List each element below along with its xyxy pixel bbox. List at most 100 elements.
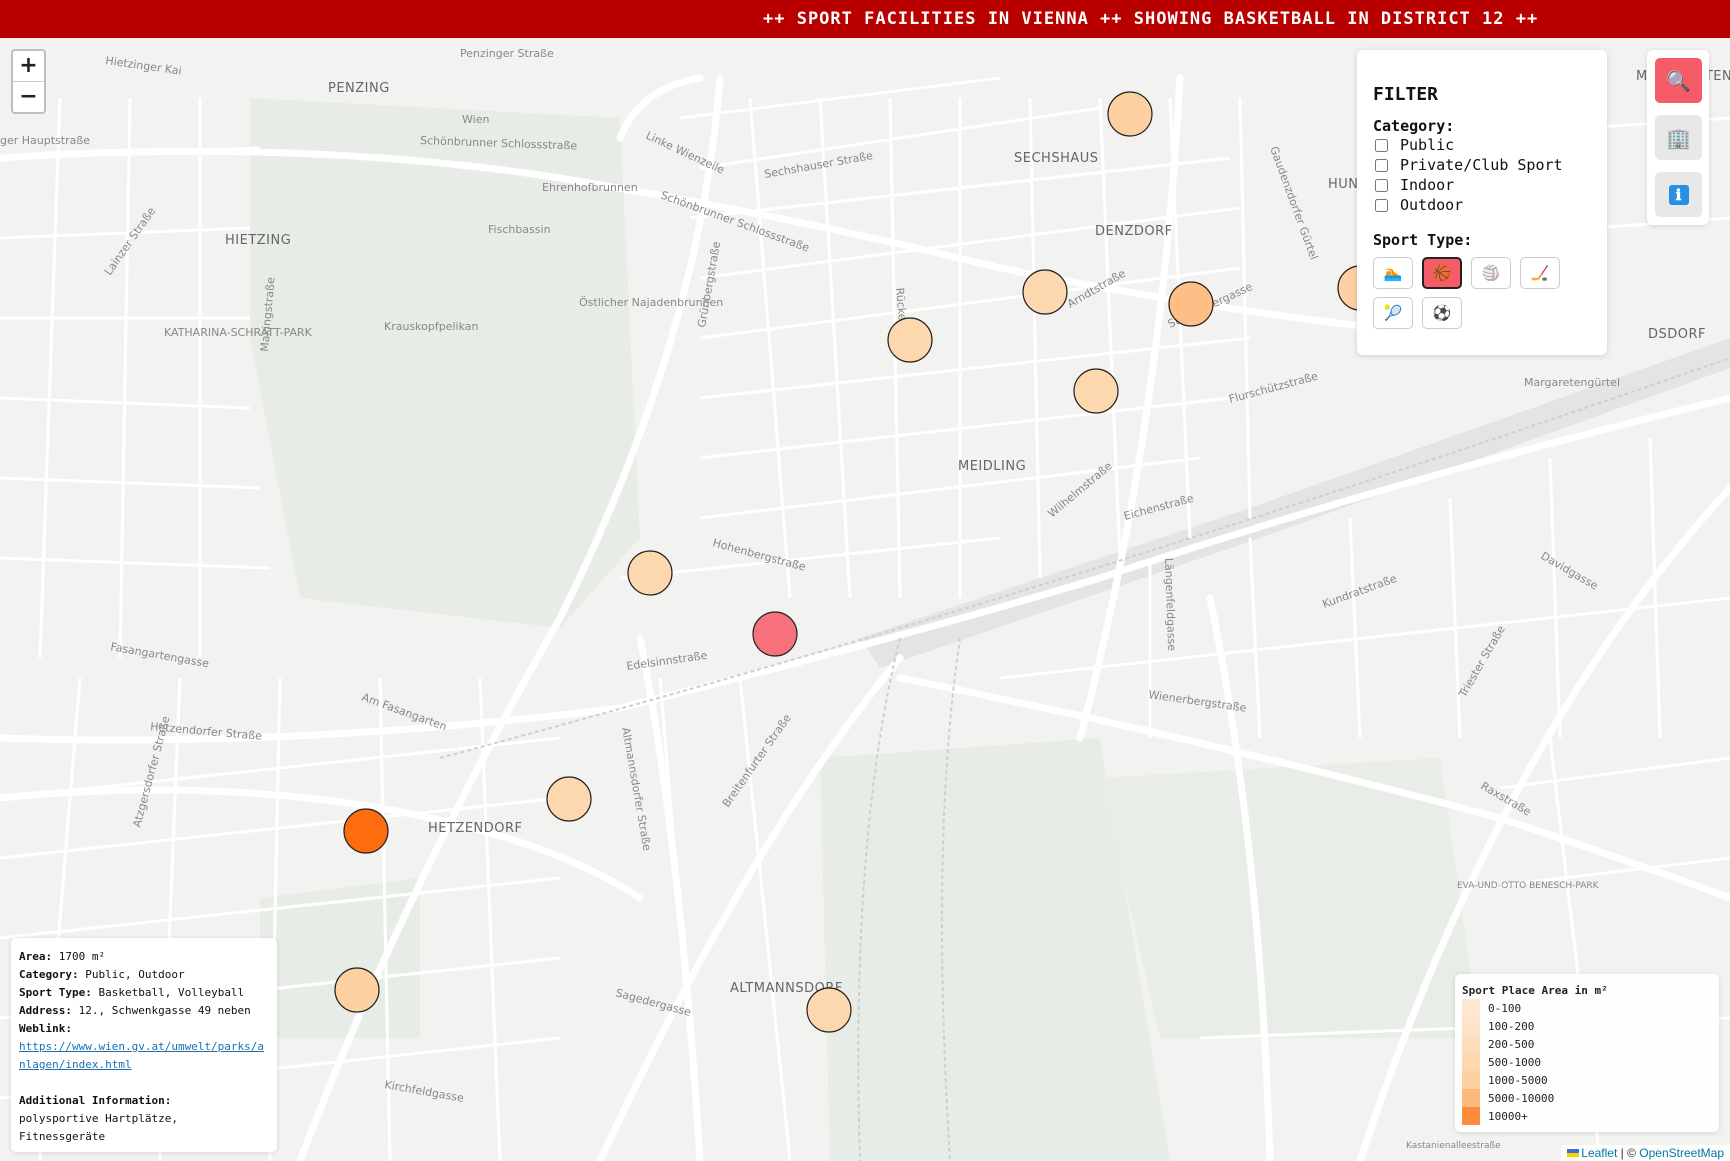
info-button[interactable]: ℹ bbox=[1655, 172, 1702, 217]
info-sport: Sport Type: Basketball, Volleyball bbox=[19, 984, 269, 1002]
facility-info-panel: Area: 1700 m² Category: Public, Outdoor … bbox=[11, 938, 277, 1152]
swimming-icon: 🏊 bbox=[1383, 264, 1403, 282]
category-indoor[interactable]: Indoor bbox=[1373, 175, 1591, 195]
street-label: Margaretengürtel bbox=[1524, 376, 1620, 389]
street-label: Fischbassin bbox=[488, 223, 551, 236]
area-legend: Sport Place Area in m² 0-100 100-200 200-5… bbox=[1455, 974, 1719, 1132]
category-label: Category: bbox=[1373, 117, 1455, 135]
checkbox-outdoor[interactable] bbox=[1375, 198, 1388, 212]
category-private[interactable]: Private/Club Sport bbox=[1373, 155, 1591, 175]
legend-swatch bbox=[1462, 1017, 1480, 1035]
legend-title: Sport Place Area in m² bbox=[1462, 984, 1608, 997]
legend-swatch bbox=[1462, 1107, 1480, 1125]
legend-label: 500-1000 bbox=[1488, 1055, 1541, 1069]
sport-volleyball-button[interactable]: 🏐 bbox=[1471, 257, 1511, 289]
filter-title: FILTER bbox=[1373, 84, 1439, 105]
category-private-label: Private/Club Sport bbox=[1400, 156, 1563, 174]
search-button[interactable]: 🔍 bbox=[1655, 58, 1702, 103]
marker-5[interactable] bbox=[1073, 368, 1119, 414]
sport-type-buttons: 🏊 🏀 🏐 🏒 🎾 ⚽ bbox=[1373, 257, 1591, 337]
osm-link[interactable]: OpenStreetMap bbox=[1639, 1146, 1724, 1160]
street-label: Krauskopfpelikan bbox=[384, 320, 479, 333]
marker-9[interactable] bbox=[343, 808, 389, 854]
weblink[interactable]: https://www.wien.gv.at/umwelt/parks/anla… bbox=[19, 1040, 264, 1071]
address-label: Address: bbox=[19, 1004, 72, 1017]
sport-tennis-button[interactable]: 🎾 bbox=[1373, 297, 1413, 329]
legend-swatch bbox=[1462, 1053, 1480, 1071]
legend-row: 10000+ bbox=[1462, 1107, 1712, 1125]
street-label: Kastanienalleestraße bbox=[1406, 1141, 1501, 1151]
legend-row: 500-1000 bbox=[1462, 1053, 1712, 1071]
sport-hockey-button[interactable]: 🏒 bbox=[1520, 257, 1560, 289]
sport-label: Sport Type: bbox=[19, 986, 92, 999]
news-ticker: ++ SPORT FACILITIES IN VIENNA ++ SHOWING… bbox=[0, 0, 1730, 38]
info-icon: ℹ bbox=[1668, 184, 1689, 205]
legend-label: 10000+ bbox=[1488, 1109, 1528, 1123]
marker-2[interactable] bbox=[1022, 269, 1068, 315]
volleyball-icon: 🏐 bbox=[1481, 264, 1501, 282]
ukraine-flag-icon bbox=[1567, 1149, 1580, 1157]
legend-row: 200-500 bbox=[1462, 1035, 1712, 1053]
map-attribution: Leaflet | © OpenStreetMap bbox=[1561, 1145, 1730, 1161]
label-hun: HUN bbox=[1328, 177, 1359, 192]
marker-7[interactable] bbox=[752, 611, 798, 657]
hockey-icon: 🏒 bbox=[1530, 264, 1550, 282]
marker-8[interactable] bbox=[546, 776, 592, 822]
sport-swimming-button[interactable]: 🏊 bbox=[1373, 257, 1413, 289]
label-sechshaus: SECHSHAUS bbox=[1014, 151, 1099, 166]
zoom-in-button[interactable]: + bbox=[13, 51, 44, 82]
legend-label: 200-500 bbox=[1488, 1037, 1535, 1051]
ticker-text: ++ SPORT FACILITIES IN VIENNA ++ SHOWING… bbox=[763, 9, 1539, 29]
label-meidling: MEIDLING bbox=[958, 459, 1026, 474]
area-label: Area: bbox=[19, 950, 53, 963]
street-label: Wien bbox=[462, 113, 489, 126]
legend-swatch bbox=[1462, 1089, 1480, 1107]
additional-label: Additional Information: bbox=[19, 1094, 172, 1107]
category-outdoor-label: Outdoor bbox=[1400, 196, 1464, 214]
address-value: 12., Schwenkgasse 49 neben bbox=[78, 1004, 251, 1017]
label-hetzendorf: HETZENDORF bbox=[428, 821, 523, 836]
marker-3[interactable] bbox=[1168, 281, 1214, 327]
legend-row: 0-100 bbox=[1462, 999, 1712, 1017]
filter-panel: FILTER Category: Public Private/Club Spo… bbox=[1357, 50, 1607, 355]
zoom-out-button[interactable]: − bbox=[13, 82, 44, 112]
legend-swatch bbox=[1462, 1071, 1480, 1089]
sport-basketball-button[interactable]: 🏀 bbox=[1422, 257, 1462, 289]
info-category: Category: Public, Outdoor bbox=[19, 966, 269, 984]
label-hietzing: HIETZING bbox=[225, 233, 291, 248]
category-outdoor[interactable]: Outdoor bbox=[1373, 195, 1591, 215]
street-label: ger Hauptstraße bbox=[0, 134, 90, 147]
checkbox-public[interactable] bbox=[1375, 138, 1388, 152]
marker-10[interactable] bbox=[334, 967, 380, 1013]
football-icon: ⚽ bbox=[1432, 304, 1452, 322]
info-weblink: Weblink: bbox=[19, 1020, 269, 1038]
marker-6[interactable] bbox=[627, 550, 673, 596]
category-public[interactable]: Public bbox=[1373, 135, 1591, 155]
category-public-label: Public bbox=[1400, 136, 1455, 154]
marker-4[interactable] bbox=[887, 317, 933, 363]
checkbox-indoor[interactable] bbox=[1375, 178, 1388, 192]
basketball-icon: 🏀 bbox=[1432, 264, 1452, 282]
label-dsdorf: DSDORF bbox=[1648, 327, 1706, 342]
additional-value: polysportive Hartplätze, Fitnessgeräte bbox=[19, 1112, 178, 1143]
leaflet-link[interactable]: Leaflet bbox=[1581, 1146, 1617, 1160]
street-label: Östlicher Najadenbrunnen bbox=[579, 296, 723, 309]
sport-football-button[interactable]: ⚽ bbox=[1422, 297, 1462, 329]
attribution-separator: | © bbox=[1617, 1146, 1640, 1160]
info-address: Address: 12., Schwenkgasse 49 neben bbox=[19, 1002, 269, 1020]
category-value: Public, Outdoor bbox=[85, 968, 185, 981]
marker-11[interactable] bbox=[806, 987, 852, 1033]
checkbox-private[interactable] bbox=[1375, 158, 1388, 172]
building-button[interactable]: 🏢 bbox=[1655, 115, 1702, 160]
sport-type-label: Sport Type: bbox=[1373, 231, 1473, 249]
tennis-icon: 🎾 bbox=[1383, 304, 1403, 322]
marker-1[interactable] bbox=[1107, 91, 1153, 137]
weblink-label: Weblink: bbox=[19, 1022, 72, 1035]
info-area: Area: 1700 m² bbox=[19, 948, 269, 966]
search-icon: 🔍 bbox=[1666, 68, 1691, 93]
legend-swatch bbox=[1462, 999, 1480, 1017]
street-label: KATHARINA-SCHRATT-PARK bbox=[164, 326, 313, 339]
category-label: Category: bbox=[19, 968, 79, 981]
legend-label: 1000-5000 bbox=[1488, 1073, 1548, 1087]
legend-row: 5000-10000 bbox=[1462, 1089, 1712, 1107]
